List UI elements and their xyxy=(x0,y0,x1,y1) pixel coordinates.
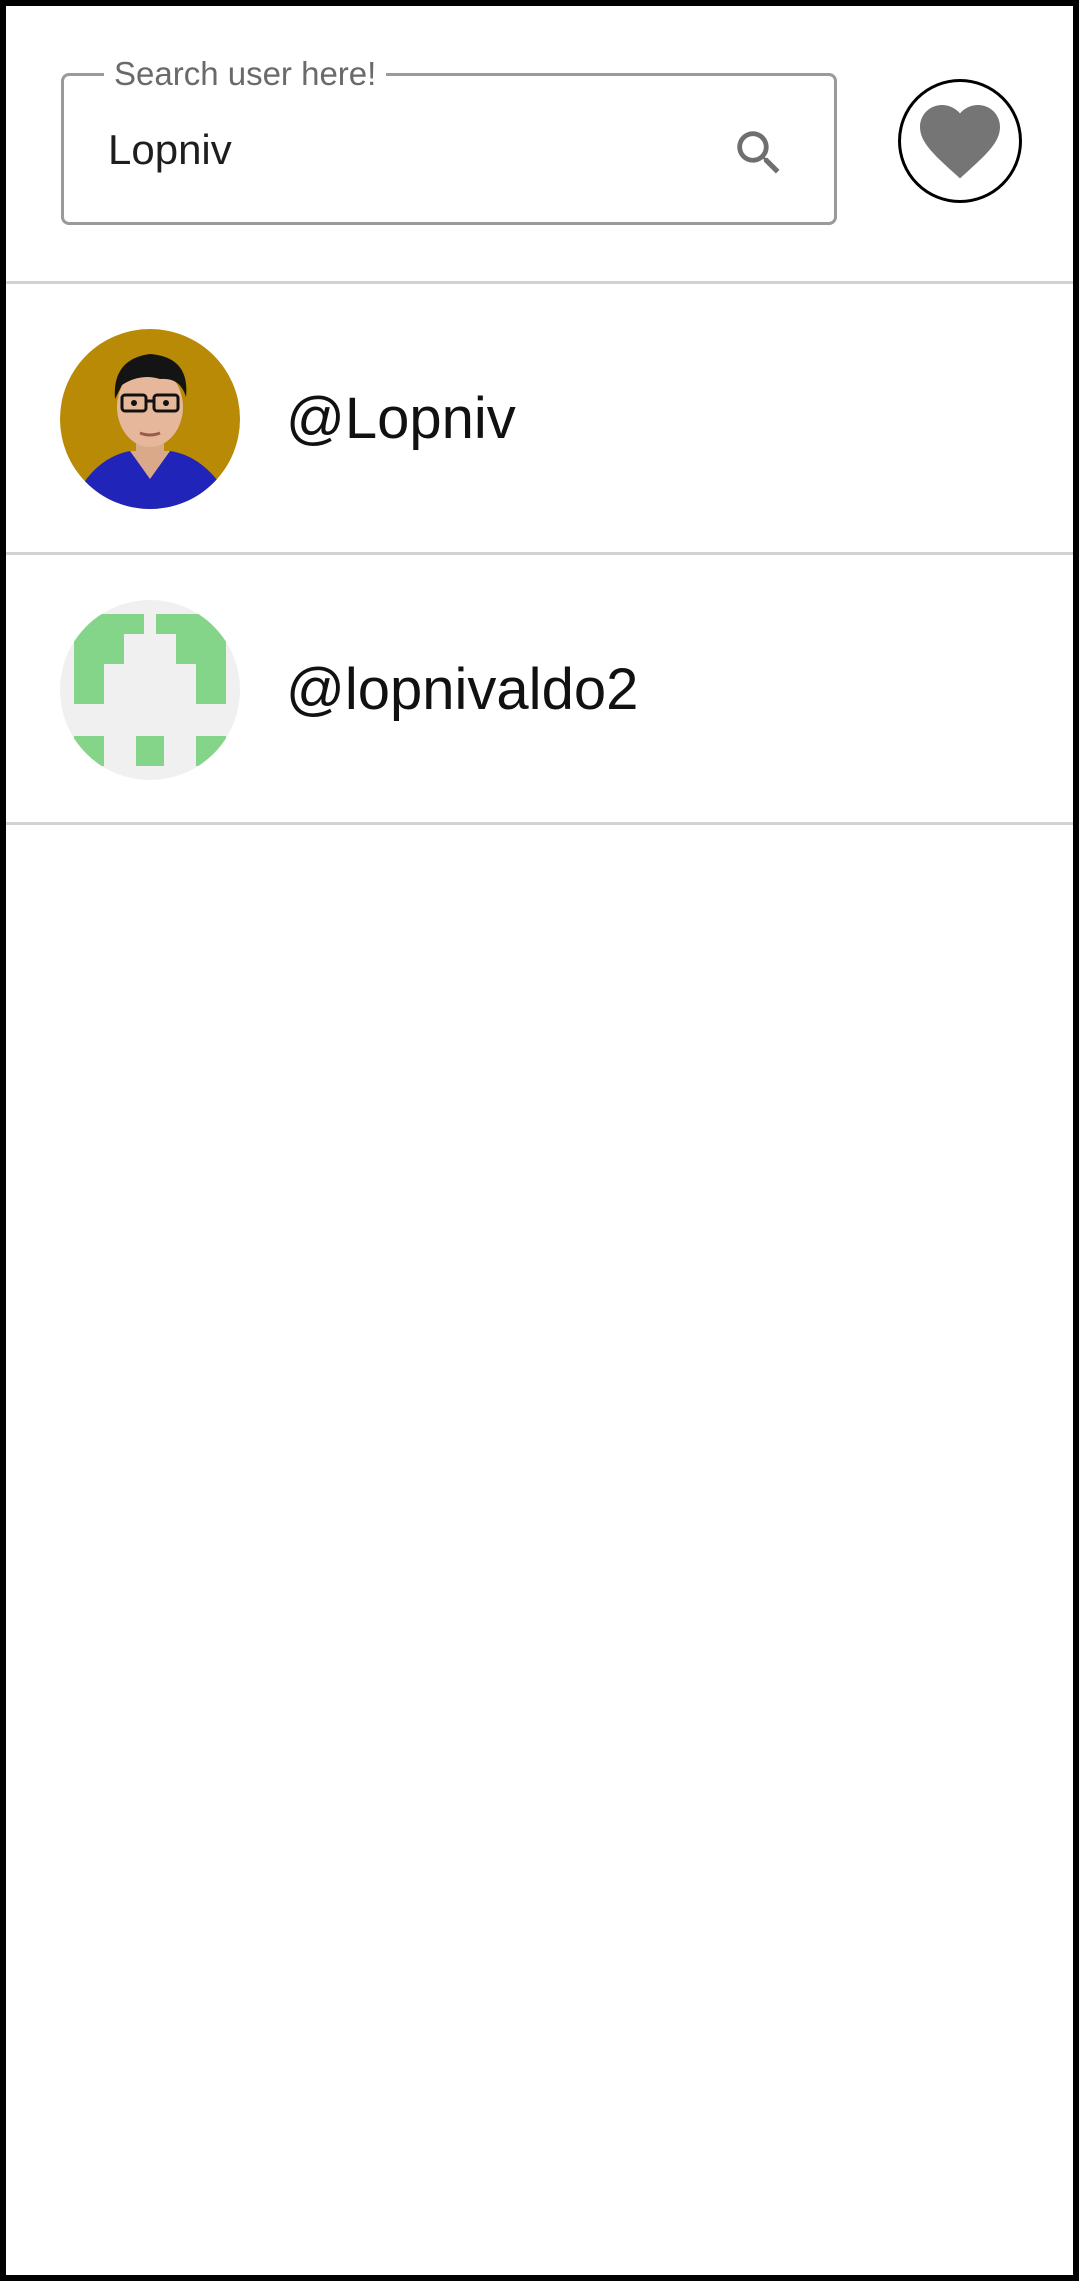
avatar xyxy=(60,329,240,509)
illustrated-portrait-avatar xyxy=(60,329,240,509)
heart-icon xyxy=(920,105,1000,179)
username-label: @Lopniv xyxy=(286,386,516,451)
search-input[interactable] xyxy=(108,122,668,178)
avatar xyxy=(60,600,240,780)
search-icon[interactable] xyxy=(730,124,788,182)
search-field[interactable]: Search user here! xyxy=(61,54,837,225)
user-result-row[interactable]: @lopnivaldo2 xyxy=(6,555,1073,822)
search-users-screen: Search user here! Lopniv @Lopniv @lopniv… xyxy=(6,6,1073,2275)
user-result-row[interactable]: @Lopniv xyxy=(6,284,1073,551)
green-identicon-avatar xyxy=(60,600,240,780)
favorites-button[interactable] xyxy=(898,79,1022,203)
username-label: @lopnivaldo2 xyxy=(286,657,639,722)
search-field-label: Search user here! xyxy=(104,54,387,94)
row-divider xyxy=(6,822,1073,825)
search-header: Search user here! xyxy=(6,6,1073,283)
